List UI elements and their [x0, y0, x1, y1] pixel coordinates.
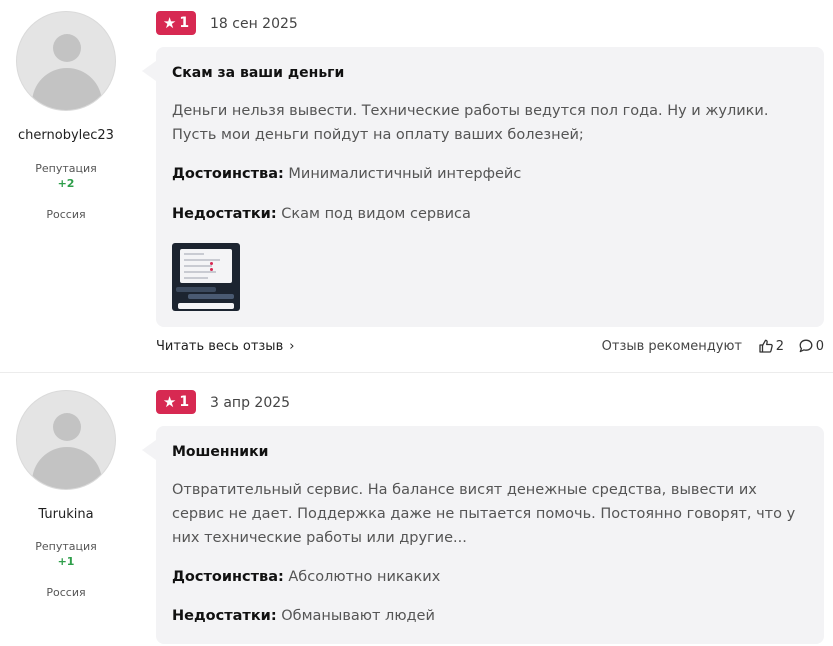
cons-label: Недостатки: [172, 206, 277, 222]
comments-count: 0 [815, 338, 824, 354]
review-text: Отвратительный сервис. На балансе висят … [172, 482, 796, 546]
review-title[interactable]: Скам за ваши деньги [172, 65, 344, 81]
comment-bubble-icon [798, 338, 814, 354]
rating-value: 1 [179, 15, 190, 31]
avatar-head-shape [53, 413, 81, 441]
author-name[interactable]: Turukina [0, 507, 132, 522]
thumbs-up-icon [758, 338, 774, 354]
pros-label: Достоинства: [172, 166, 284, 182]
avatar[interactable] [16, 390, 116, 490]
review-pros: Достоинства: Минималистичный интерфейс [172, 166, 521, 182]
pros-text: Абсолютно никаких [288, 569, 441, 585]
likes-count: 2 [775, 338, 784, 354]
rating-badge: ★ 1 [156, 11, 196, 35]
review-item: chernobylec23 Репутация +2 Россия ★ 1 18… [0, 0, 833, 372]
rating-badge: ★ 1 [156, 390, 196, 414]
cons-text: Скам под видом сервиса [281, 206, 471, 222]
avatar-body-shape [32, 68, 102, 110]
cons-label: Недостатки: [172, 608, 277, 624]
reputation-label: Репутация [35, 540, 97, 553]
reputation-value: +1 [57, 555, 75, 568]
author-country: Россия [46, 208, 86, 221]
read-more-label: Читать весь отзыв [156, 339, 284, 354]
review-text: Деньги нельзя вывести. Технические работ… [172, 103, 769, 143]
avatar-body-shape [32, 447, 102, 489]
review-item: Turukina Репутация +1 Россия ★ 1 3 апр 2… [0, 372, 833, 646]
review-date: 3 апр 2025 [210, 395, 291, 411]
author-country: Россия [46, 586, 86, 599]
star-icon: ★ [162, 392, 177, 411]
rating-value: 1 [179, 394, 190, 410]
recommend-label: Отзыв рекомендуют [601, 339, 742, 354]
reputation-value: +2 [57, 177, 75, 190]
chevron-right-icon: › [289, 339, 295, 354]
author-name[interactable]: chernobylec23 [0, 128, 132, 143]
review-card: Скам за ваши деньги Деньги нельзя вывест… [142, 47, 824, 327]
thumbnail-screen [180, 249, 232, 283]
comments-button[interactable]: 0 [798, 338, 824, 354]
pros-label: Достоинства: [172, 569, 284, 585]
pros-text: Минималистичный интерфейс [288, 166, 522, 182]
read-more-link[interactable]: Читать весь отзыв › [156, 339, 294, 354]
cons-text: Обманывают людей [281, 608, 435, 624]
review-title[interactable]: Мошенники [172, 444, 268, 460]
review-card: Мошенники Отвратительный сервис. На бала… [142, 426, 824, 644]
review-date: 18 сен 2025 [210, 16, 298, 32]
review-photo-thumbnail[interactable] [172, 243, 240, 311]
avatar[interactable] [16, 11, 116, 111]
star-icon: ★ [162, 13, 177, 32]
review-cons: Недостатки: Обманывают людей [172, 608, 435, 624]
review-footer: Читать весь отзыв › Отзыв рекомендуют 2 0 [156, 338, 824, 358]
review-pros: Достоинства: Абсолютно никаких [172, 569, 440, 585]
like-button[interactable]: 2 [758, 338, 784, 354]
avatar-head-shape [53, 34, 81, 62]
review-cons: Недостатки: Скам под видом сервиса [172, 206, 471, 222]
reputation-label: Репутация [35, 162, 97, 175]
